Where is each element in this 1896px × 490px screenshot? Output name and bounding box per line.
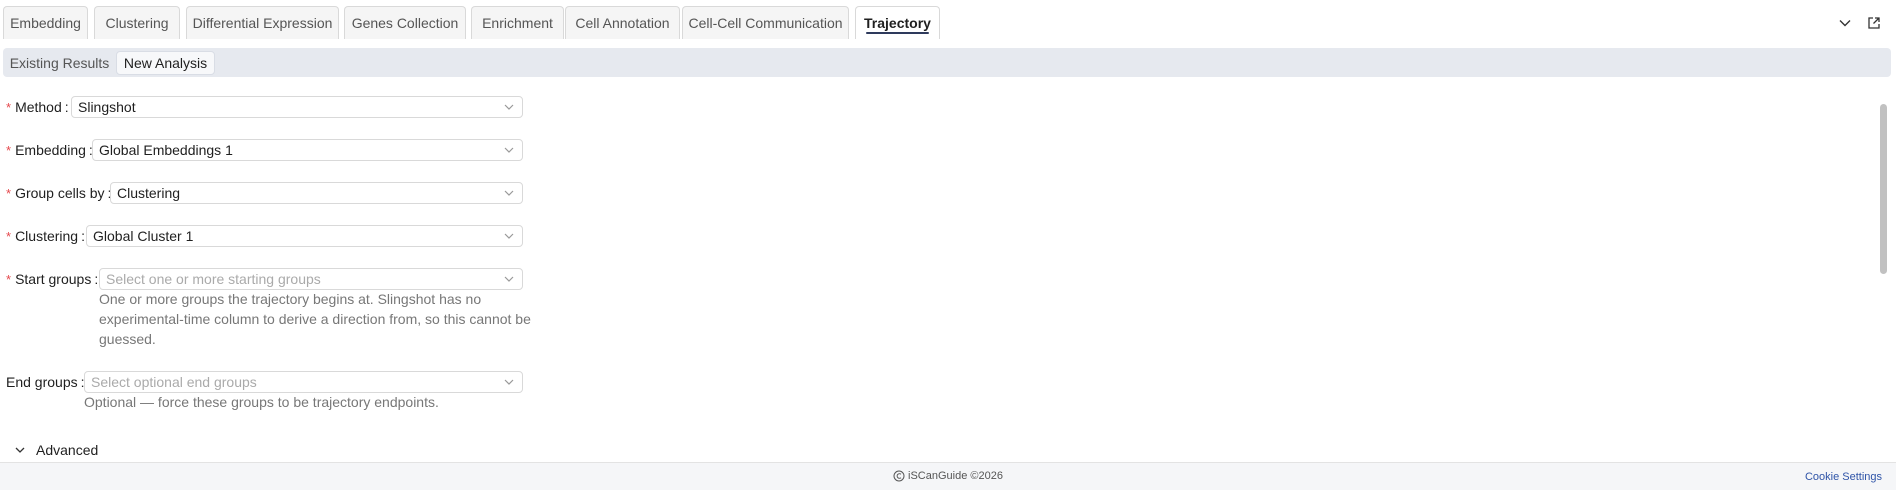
footer: iSCanGuide ©2026 Cookie Settings: [0, 462, 1896, 490]
tab-genes-collection[interactable]: Genes Collection: [344, 6, 466, 39]
chevron-down-icon: [504, 190, 514, 196]
method-label: * Method:: [6, 99, 69, 115]
scrollbar-thumb[interactable]: [1880, 104, 1887, 274]
subtab-new-analysis[interactable]: New Analysis: [116, 51, 215, 75]
chevron-down-icon: [504, 276, 514, 282]
clustering-row: * Clustering:: [0, 225, 93, 247]
copyright-icon: [893, 470, 905, 482]
chevron-down-icon: [15, 447, 25, 453]
chevron-down-icon: [504, 147, 514, 153]
embedding-label: * Embedding:: [6, 142, 93, 158]
start-groups-row: * Start groups:: [0, 268, 106, 290]
method-row: * Method:: [0, 96, 77, 118]
end-groups-label: End groups:: [6, 374, 85, 390]
tab-cell-cell-communication[interactable]: Cell-Cell Communication: [682, 6, 849, 39]
advanced-label: Advanced: [36, 442, 99, 458]
tab-trajectory[interactable]: Trajectory: [855, 6, 940, 39]
chevron-down-icon: [504, 233, 514, 239]
required-mark: *: [6, 228, 12, 244]
group-cells-by-select[interactable]: Clustering: [110, 182, 523, 204]
tab-differential-expression[interactable]: Differential Expression: [186, 6, 339, 39]
required-mark: *: [6, 142, 12, 158]
chevron-down-icon: [504, 379, 514, 385]
end-groups-row: End groups:: [0, 371, 93, 393]
analysis-tabs: Embedding Clustering Differential Expres…: [0, 6, 1896, 40]
clustering-value: Global Cluster 1: [93, 228, 194, 244]
embedding-select[interactable]: Global Embeddings 1: [92, 139, 523, 161]
group-cells-by-row: * Group cells by:: [0, 182, 119, 204]
tab-enrichment[interactable]: Enrichment: [471, 6, 564, 39]
advanced-toggle[interactable]: Advanced: [14, 442, 98, 458]
method-select[interactable]: Slingshot: [71, 96, 523, 118]
embedding-value: Global Embeddings 1: [99, 142, 233, 158]
embedding-row: * Embedding:: [0, 139, 101, 161]
required-mark: *: [6, 185, 12, 201]
start-groups-select[interactable]: Select one or more starting groups: [99, 268, 523, 290]
end-groups-select[interactable]: Select optional end groups: [84, 371, 523, 393]
tab-cell-annotation[interactable]: Cell Annotation: [565, 6, 680, 39]
cookie-settings-link[interactable]: Cookie Settings: [1805, 471, 1882, 483]
chevron-down-icon: [504, 104, 514, 110]
external-link-icon[interactable]: [1865, 14, 1883, 32]
chevron-down-icon[interactable]: [1836, 14, 1854, 32]
subtab-existing-results[interactable]: Existing Results: [8, 51, 111, 75]
required-mark: *: [6, 99, 12, 115]
subtab-bar: Existing Results New Analysis: [3, 48, 1891, 77]
tab-clustering[interactable]: Clustering: [94, 6, 180, 39]
end-groups-placeholder: Select optional end groups: [91, 374, 257, 390]
group-cells-by-label: * Group cells by:: [6, 185, 111, 201]
start-groups-help: One or more groups the trajectory begins…: [99, 291, 531, 347]
tab-embedding[interactable]: Embedding: [3, 6, 88, 39]
required-mark: *: [6, 271, 12, 287]
clustering-select[interactable]: Global Cluster 1: [86, 225, 523, 247]
new-analysis-form: * Method: Slingshot * Embedding: Global …: [0, 80, 1870, 460]
clustering-label: * Clustering:: [6, 228, 85, 244]
group-cells-by-value: Clustering: [117, 185, 181, 201]
footer-copyright: iSCanGuide ©2026: [893, 470, 1003, 482]
end-groups-help: Optional — force these groups to be traj…: [84, 394, 439, 410]
start-groups-placeholder: Select one or more starting groups: [106, 271, 321, 287]
start-groups-label: * Start groups:: [6, 271, 99, 287]
method-value: Slingshot: [78, 99, 136, 115]
